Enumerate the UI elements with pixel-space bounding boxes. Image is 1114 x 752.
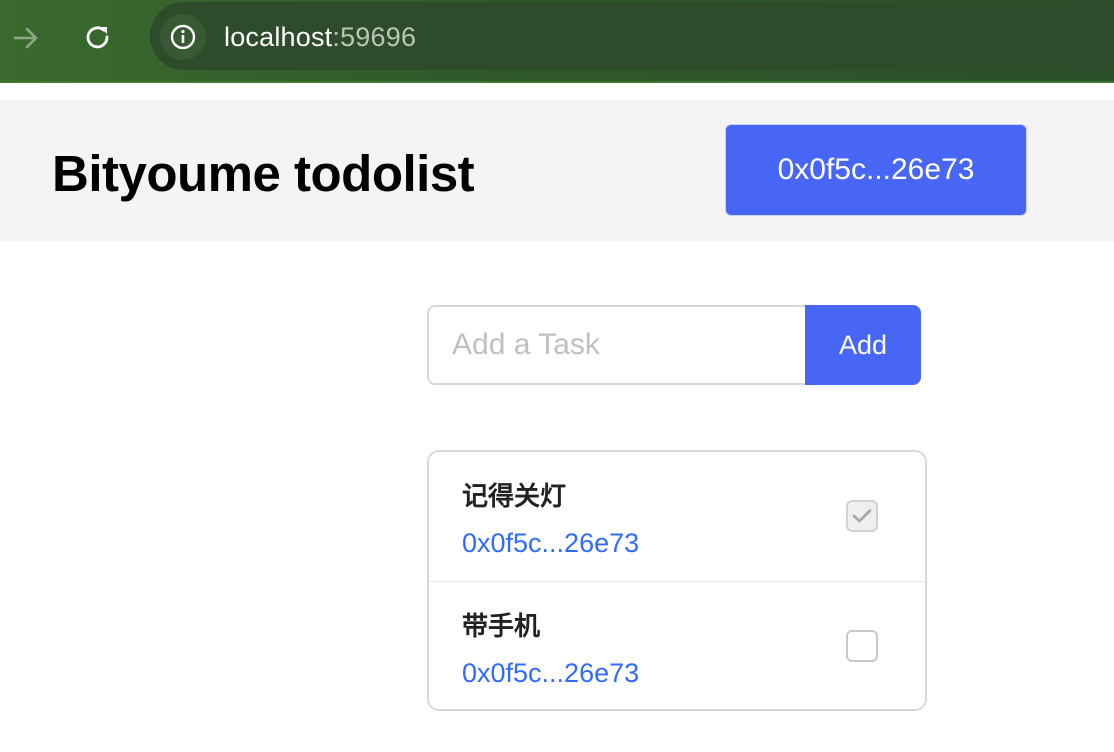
add-task-button[interactable]: Add [805,305,921,385]
task-owner-link[interactable]: 0x0f5c...26e73 [462,528,639,559]
task-checkbox[interactable] [846,630,878,662]
url-text[interactable]: localhost:59696 [224,20,416,54]
app-header: Bityoume todolist 0x0f5c...26e73 [0,100,1114,241]
task-item: 带手机 0x0f5c...26e73 [429,581,925,709]
site-info-icon[interactable] [160,14,206,60]
task-list: 记得关灯 0x0f5c...26e73 带手机 0x0f5c...26e73 [427,450,927,711]
url-port: :59696 [332,22,417,52]
wallet-address-button[interactable]: 0x0f5c...26e73 [725,124,1027,216]
browser-toolbar: localhost:59696 [0,0,1114,83]
checkmark-icon [852,509,872,523]
forward-icon[interactable] [6,18,46,58]
add-task-input[interactable] [427,305,807,385]
task-title: 记得关灯 [462,482,567,512]
task-checkbox[interactable] [846,500,878,532]
reload-icon[interactable] [78,18,118,58]
task-owner-link[interactable]: 0x0f5c...26e73 [462,658,639,689]
task-item: 记得关灯 0x0f5c...26e73 [429,452,925,581]
url-host: localhost [224,22,333,52]
page-title: Bityoume todolist [52,145,475,202]
task-title: 带手机 [462,612,541,642]
